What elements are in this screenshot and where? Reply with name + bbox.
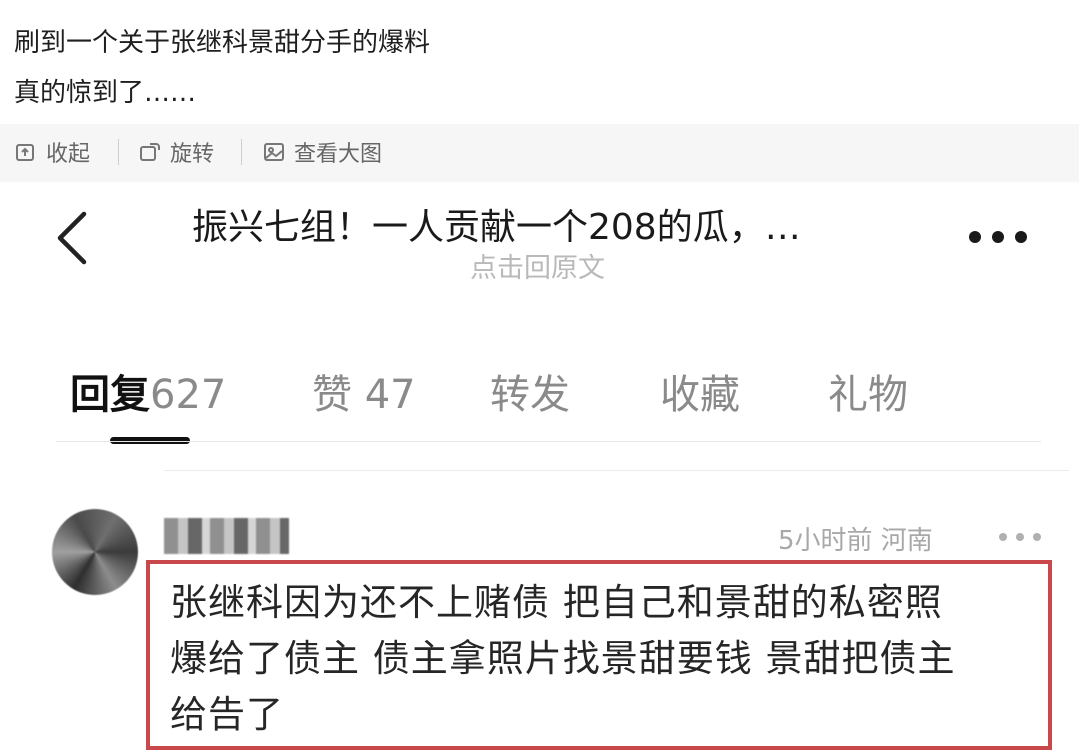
tab-likes-label: 赞 (312, 372, 352, 418)
rotate-icon (140, 143, 160, 161)
collapse-label: 收起 (46, 142, 91, 167)
view-large-button[interactable]: 查看大图 (262, 136, 382, 168)
tab-reposts[interactable]: 转发 (490, 362, 570, 420)
image-icon (264, 143, 284, 161)
rotate-label: 旋转 (170, 142, 215, 167)
thread-title[interactable]: 振兴七组！一人贡献一个208的瓜，… (192, 198, 801, 250)
view-original-link[interactable]: 点击回原文 (470, 246, 605, 285)
rotate-button[interactable]: 旋转 (138, 136, 214, 168)
avatar[interactable] (52, 509, 138, 595)
comment-more-icon[interactable] (998, 532, 1042, 542)
tabs-divider (56, 441, 1041, 442)
tab-replies-count: 627 (150, 372, 227, 418)
comment-line-1: 张继科因为还不上赌债 把自己和景甜的私密照 (170, 581, 943, 624)
collapse-icon (16, 144, 34, 161)
toolbar-divider (241, 139, 242, 165)
tab-favorites[interactable]: 收藏 (660, 362, 740, 420)
tab-replies[interactable]: 回复627 (70, 362, 226, 420)
view-large-label: 查看大图 (294, 142, 383, 167)
comment-line-2: 爆给了债主 债主拿照片找景甜要钱 景甜把债主 (170, 637, 956, 680)
comment-meta: 5小时前 河南 (778, 526, 933, 556)
tab-gifts[interactable]: 礼物 (828, 362, 908, 420)
embedded-screenshot: 振兴七组！一人贡献一个208的瓜，… 点击回原文 回复627 赞 47 转发 收… (14, 182, 1079, 756)
tab-reposts-label: 转发 (490, 372, 570, 418)
comment-line-3: 给告了 (170, 693, 284, 736)
toolbar-divider (118, 139, 119, 165)
back-arrow-icon[interactable] (54, 210, 90, 266)
highlighted-comment: 张继科因为还不上赌债 把自己和景甜的私密照 爆给了债主 债主拿照片找景甜要钱 景… (146, 560, 1052, 750)
more-icon[interactable] (968, 230, 1028, 244)
post-line-2: 真的惊到了…… (14, 78, 197, 108)
tab-likes-count: 47 (364, 372, 416, 418)
list-divider (164, 470, 1069, 471)
tab-gifts-label: 礼物 (828, 372, 908, 418)
tab-favorites-label: 收藏 (660, 372, 740, 418)
username-pixelated[interactable] (164, 518, 289, 554)
image-toolbar: 收起 旋转 查看大图 (0, 124, 1079, 182)
post-line-1: 刷到一个关于张继科景甜分手的爆料 (14, 28, 431, 58)
tab-likes[interactable]: 赞 47 (312, 362, 416, 420)
tab-replies-label: 回复 (70, 372, 150, 418)
collapse-button[interactable]: 收起 (14, 136, 90, 168)
